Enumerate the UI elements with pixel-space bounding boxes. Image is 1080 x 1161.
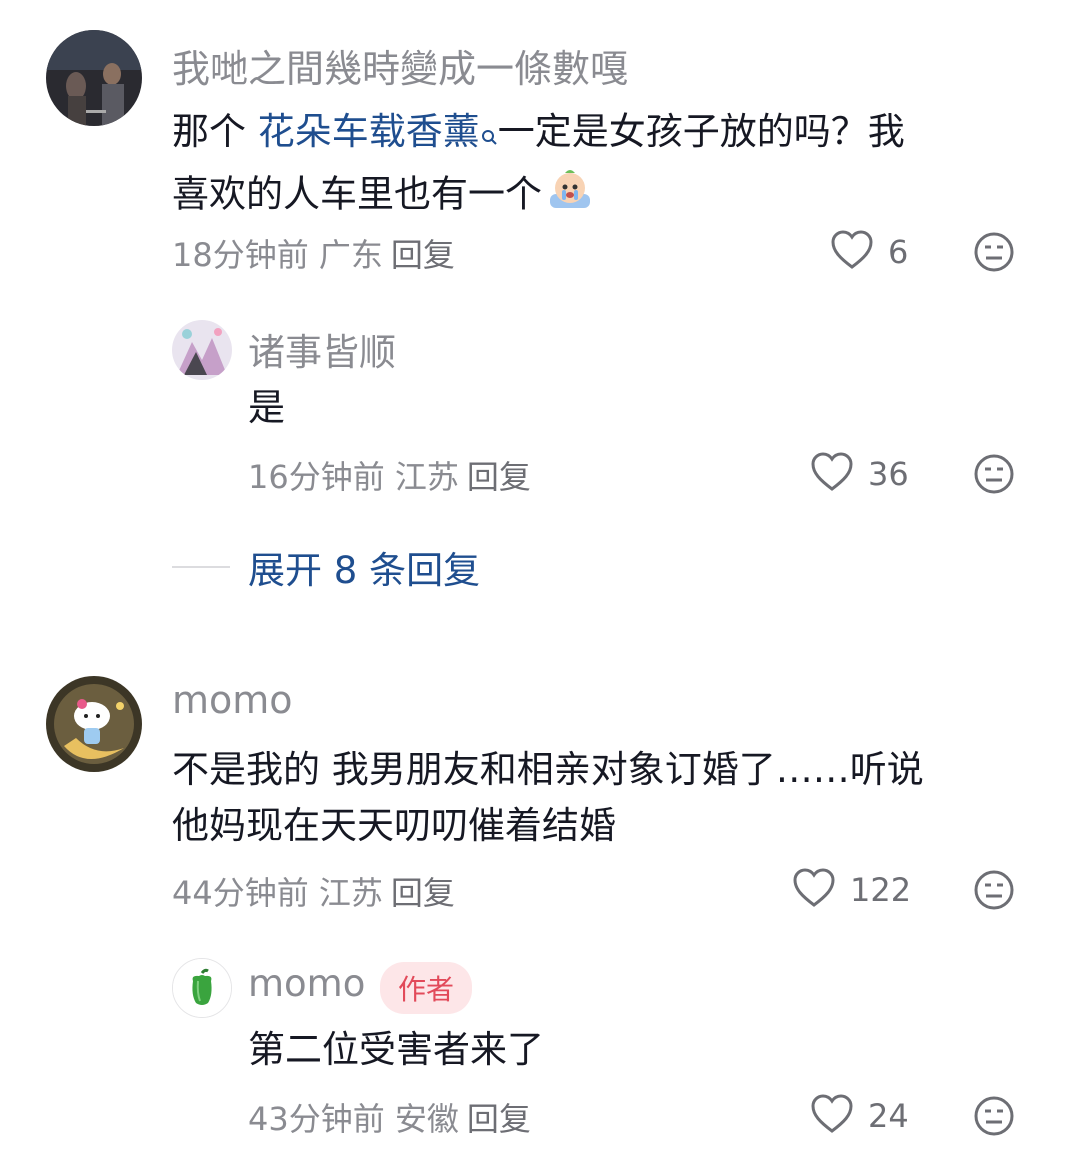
comment-text: 第二位受害者来了 — [248, 1028, 544, 1071]
heart-outline-icon[interactable] — [810, 1094, 854, 1138]
heart-outline-icon[interactable] — [792, 868, 836, 912]
expand-replies-button[interactable]: 展开 8 条回复 — [248, 540, 480, 594]
like-count: 36 — [868, 455, 909, 493]
dislike-face-icon[interactable] — [972, 230, 1016, 274]
time-location: 43分钟前 安徽 — [248, 1100, 459, 1138]
avatar[interactable] — [172, 958, 232, 1018]
dislike-face-icon[interactable] — [972, 1094, 1016, 1138]
comment-meta: 44分钟前 江苏 回复 — [172, 868, 455, 914]
text-rest: 一定是女孩子放的吗？我 — [497, 110, 905, 153]
reply-button[interactable]: 回复 — [467, 458, 531, 496]
search-mini-icon[interactable] — [480, 108, 498, 164]
like-button[interactable]: 24 — [810, 1092, 909, 1140]
avatar[interactable] — [172, 320, 232, 380]
time-location: 18分钟前 广东 — [172, 236, 383, 274]
heart-outline-icon[interactable] — [830, 230, 874, 274]
avatar[interactable] — [46, 676, 142, 772]
keyword-link[interactable]: 花朵车载香薰 — [258, 110, 480, 153]
reply-button[interactable]: 回复 — [467, 1100, 531, 1138]
username[interactable]: 诸事皆顺 — [248, 322, 396, 376]
like-count: 122 — [850, 871, 912, 909]
like-button[interactable]: 36 — [810, 450, 909, 498]
text-line2: 喜欢的人车里也有一个 — [172, 172, 542, 216]
crying-emoji-icon — [546, 164, 594, 228]
text-line2: 他妈现在天天叨叨催着结婚 — [172, 804, 616, 847]
comment-text: 是 — [248, 386, 285, 429]
comment-meta: 16分钟前 江苏 回复 — [248, 452, 531, 498]
time-location: 16分钟前 江苏 — [248, 458, 459, 496]
comment-meta: 18分钟前 广东 回复 — [172, 230, 455, 276]
like-button[interactable]: 6 — [830, 228, 908, 276]
reply-button[interactable]: 回复 — [391, 236, 455, 274]
username[interactable]: momo — [248, 962, 365, 1005]
comment-meta: 43分钟前 安徽 回复 — [248, 1094, 531, 1140]
reply-button[interactable]: 回复 — [391, 874, 455, 912]
dislike-face-icon[interactable] — [972, 868, 1016, 912]
text-line1: 不是我的 我男朋友和相亲对象订婚了……听说 — [172, 748, 924, 791]
heart-outline-icon[interactable] — [810, 452, 854, 496]
author-badge: 作者 — [380, 962, 473, 1014]
text-prefix: 那个 — [172, 110, 258, 153]
expand-divider — [172, 566, 230, 568]
like-count: 24 — [868, 1097, 909, 1135]
username[interactable]: 我哋之間幾時變成一條數嘎 — [172, 38, 628, 93]
like-button[interactable]: 122 — [792, 866, 911, 914]
like-count: 6 — [888, 233, 909, 271]
comment-text: 不是我的 我男朋友和相亲对象订婚了……听说 他妈现在天天叨叨催着结婚 — [172, 742, 1052, 854]
avatar[interactable] — [46, 30, 142, 126]
time-location: 44分钟前 江苏 — [172, 874, 383, 912]
comment-text: 那个 花朵车载香薰 一定是女孩子放的吗？我 喜欢的人车里也有一个 — [172, 104, 1032, 228]
username[interactable]: momo — [172, 678, 293, 722]
dislike-face-icon[interactable] — [972, 452, 1016, 496]
